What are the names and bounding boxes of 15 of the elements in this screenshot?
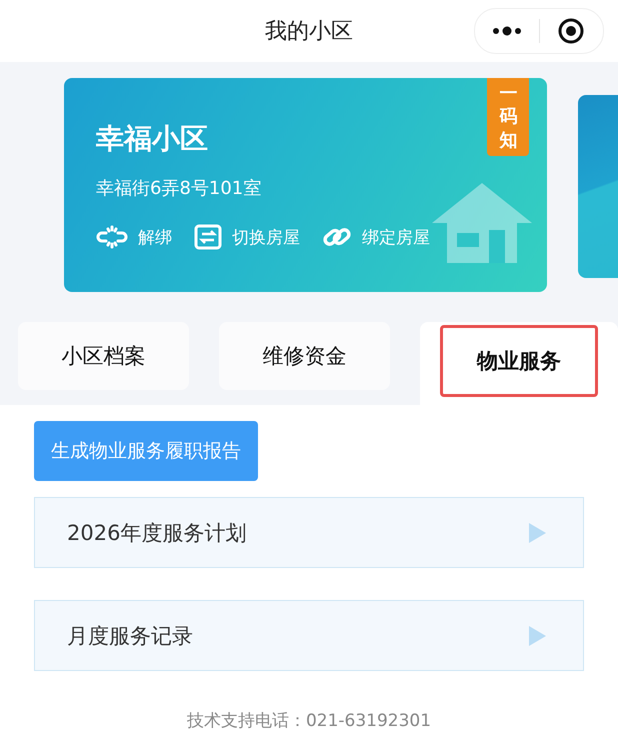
page-title: 我的小区 bbox=[265, 18, 353, 46]
tab[interactable]: 维修资金 bbox=[218, 322, 390, 390]
play-icon bbox=[527, 624, 547, 646]
target-icon bbox=[558, 18, 584, 44]
tab[interactable]: 物业服务 bbox=[420, 322, 618, 405]
tab[interactable]: 小区档案 bbox=[18, 322, 189, 390]
service-item[interactable]: 2026年度服务计划 bbox=[34, 497, 584, 568]
community-name: 幸福小区 bbox=[96, 121, 208, 157]
more-icon bbox=[492, 26, 522, 36]
broken-link-icon bbox=[96, 225, 128, 249]
address-text: 幸福街6弄8号101室 bbox=[96, 177, 262, 200]
service-item[interactable]: 月度服务记录 bbox=[34, 600, 584, 671]
support-phone: 技术支持电话：021-63192301 bbox=[186, 710, 432, 732]
swap-icon bbox=[194, 224, 222, 250]
play-icon bbox=[527, 522, 547, 544]
